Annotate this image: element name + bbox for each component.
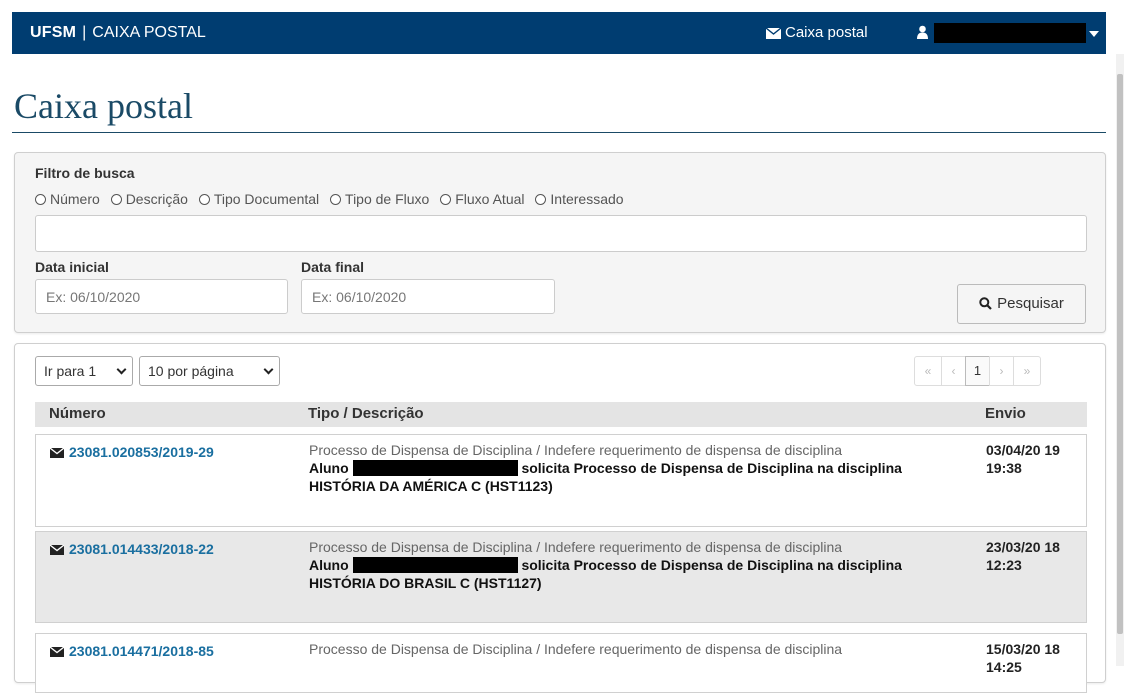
row-description: Processo de Dispensa de Disciplina / Ind… <box>309 640 949 658</box>
table-row[interactable]: 23081.014433/2018-22 Processo de Dispens… <box>35 531 1087 623</box>
nav-inbox-link[interactable]: Caixa postal <box>765 24 868 42</box>
search-icon <box>979 297 992 310</box>
top-strip <box>0 0 1124 12</box>
row-detail: Aluno solicita Processo de Dispensa de D… <box>309 556 949 592</box>
title-divider <box>12 132 1106 133</box>
results-panel: Ir para 1 10 por página « ‹ 1 › » Número… <box>14 343 1106 693</box>
start-date-label: Data inicial <box>35 259 109 275</box>
brand-separator: | <box>82 24 87 41</box>
radio-label: Tipo Documental <box>213 191 320 207</box>
navbar: UFSM | CAIXA POSTAL Caixa postal <box>12 12 1106 54</box>
process-number-link[interactable]: 23081.014433/2018-22 <box>49 540 214 558</box>
nav-inbox-label: Caixa postal <box>785 24 868 41</box>
pager-current[interactable]: 1 <box>965 356 990 386</box>
envelope-icon <box>49 544 65 555</box>
radio-fluxo-atual[interactable]: Fluxo Atual <box>440 191 525 207</box>
pager-first[interactable]: « <box>914 356 942 386</box>
radio-circle-icon <box>440 194 452 205</box>
process-number-link[interactable]: 23081.020853/2019-29 <box>49 443 214 461</box>
row-sent-date: 03/04/20 19 19:38 <box>986 442 1060 476</box>
envelope-icon <box>49 646 65 657</box>
detail-prefix: Aluno <box>309 460 349 476</box>
detail-prefix: Aluno <box>309 557 349 573</box>
end-date-input[interactable] <box>301 279 555 314</box>
row-description: Processo de Dispensa de Disciplina / Ind… <box>309 441 949 495</box>
chevron-down-icon <box>1089 31 1099 37</box>
radio-tipo-documental[interactable]: Tipo Documental <box>198 191 320 207</box>
radio-label: Interessado <box>550 191 624 207</box>
redacted-student-name <box>352 460 518 476</box>
goto-page-select[interactable]: Ir para 1 <box>35 356 133 386</box>
row-sent-date: 15/03/20 18 14:25 <box>986 641 1060 675</box>
filter-label: Filtro de busca <box>35 165 135 181</box>
radio-circle-icon <box>35 194 46 205</box>
radio-numero[interactable]: Número <box>35 191 100 207</box>
end-date-label: Data final <box>301 259 365 275</box>
page-scrollbar[interactable] <box>1116 54 1124 666</box>
filter-radio-group: Número Descrição Tipo Documental Tipo de… <box>35 191 631 207</box>
pagination: « ‹ 1 › » <box>914 356 1041 386</box>
radio-circle-icon <box>110 194 122 205</box>
process-number: 23081.014471/2018-85 <box>69 643 214 659</box>
column-header-number[interactable]: Número <box>49 405 106 422</box>
pager-next[interactable]: › <box>989 356 1014 386</box>
column-header-type[interactable]: Tipo / Descrição <box>308 405 424 422</box>
redacted-student-name <box>352 557 518 573</box>
radio-interessado[interactable]: Interessado <box>535 191 624 207</box>
page-title: Caixa postal <box>14 86 193 126</box>
brand-bold: UFSM <box>30 24 77 41</box>
radio-circle-icon <box>198 194 210 205</box>
per-page-value: 10 por página <box>148 363 234 379</box>
user-icon <box>917 25 928 39</box>
row-type: Processo de Dispensa de Disciplina / Ind… <box>309 641 843 657</box>
brand[interactable]: UFSM | CAIXA POSTAL <box>30 23 206 43</box>
envelope-icon <box>765 27 782 39</box>
search-input[interactable] <box>35 215 1087 252</box>
row-sent-date: 23/03/20 18 12:23 <box>986 539 1060 573</box>
row-type: Processo de Dispensa de Disciplina / Ind… <box>309 442 843 458</box>
chevron-down-icon <box>116 364 127 375</box>
start-date-input[interactable] <box>35 279 288 314</box>
chevron-down-icon <box>263 364 274 375</box>
radio-label: Fluxo Atual <box>455 191 525 207</box>
row-description: Processo de Dispensa de Disciplina / Ind… <box>309 538 949 592</box>
scrollbar-thumb[interactable] <box>1117 74 1123 634</box>
radio-circle-icon <box>330 194 342 205</box>
radio-tipo-de-fluxo[interactable]: Tipo de Fluxo <box>330 191 429 207</box>
pager-prev[interactable]: ‹ <box>941 356 966 386</box>
search-button[interactable]: Pesquisar <box>957 284 1086 324</box>
process-number: 23081.020853/2019-29 <box>69 444 214 460</box>
pager-last[interactable]: » <box>1013 356 1041 386</box>
radio-label: Descrição <box>125 191 188 207</box>
process-number-link[interactable]: 23081.014471/2018-85 <box>49 642 214 660</box>
goto-page-value: Ir para 1 <box>44 363 97 379</box>
row-type: Processo de Dispensa de Disciplina / Ind… <box>309 539 843 555</box>
table-row[interactable]: 23081.014471/2018-85 Processo de Dispens… <box>35 633 1087 693</box>
search-button-label: Pesquisar <box>997 295 1064 312</box>
search-filter-panel: Filtro de busca Número Descrição Tipo Do… <box>14 152 1106 333</box>
brand-name: CAIXA POSTAL <box>92 24 206 41</box>
radio-descricao[interactable]: Descrição <box>110 191 188 207</box>
per-page-select[interactable]: 10 por página <box>139 356 280 386</box>
redacted-username <box>934 23 1086 43</box>
process-number: 23081.014433/2018-22 <box>69 541 214 557</box>
table-header: Número Tipo / Descrição Envio <box>35 402 1087 427</box>
radio-label: Número <box>50 191 100 207</box>
column-header-sent[interactable]: Envio <box>985 405 1026 422</box>
radio-label: Tipo de Fluxo <box>345 191 430 207</box>
radio-circle-icon <box>535 194 547 205</box>
envelope-icon <box>49 447 65 458</box>
table-row[interactable]: 23081.020853/2019-29 Processo de Dispens… <box>35 434 1087 527</box>
row-detail: Aluno solicita Processo de Dispensa de D… <box>309 459 949 495</box>
